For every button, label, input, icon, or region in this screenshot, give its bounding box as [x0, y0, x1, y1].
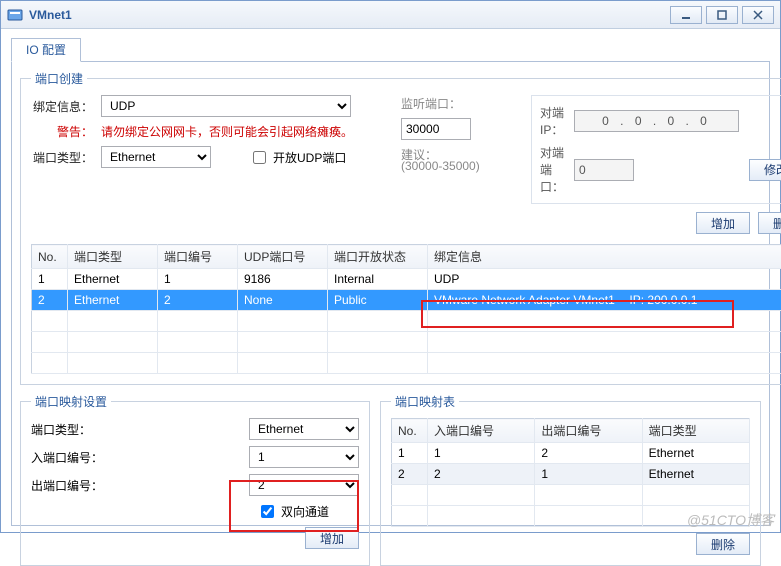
warn-text: 请勿绑定公网网卡，否则可能会引起网络瘫痪。	[101, 123, 353, 140]
titlebar: VMnet1	[1, 1, 780, 29]
tab-io-config[interactable]: IO 配置	[11, 38, 81, 62]
peer-ip-input[interactable]	[574, 110, 739, 132]
table-row: .	[32, 311, 781, 332]
port-type-select[interactable]: Ethernet	[101, 146, 211, 168]
window-buttons	[670, 6, 774, 24]
listen-port-input[interactable]	[401, 118, 471, 140]
open-udp-checkbox[interactable]: 开放UDP端口	[249, 148, 346, 167]
port-type-label: 端口类型：	[31, 149, 93, 166]
map-in-label: 入端口编号：	[31, 449, 121, 466]
bind-label: 绑定信息：	[31, 98, 93, 115]
delete-port-button[interactable]: 删除	[758, 212, 781, 234]
open-udp-label: 开放UDP端口	[273, 149, 346, 166]
table-row: .	[32, 332, 781, 353]
port-table[interactable]: No. 端口类型 端口编号 UDP端口号 端口开放状态 绑定信息 1Ethern…	[31, 244, 781, 374]
port-table-header: No. 端口类型 端口编号 UDP端口号 端口开放状态 绑定信息	[32, 245, 781, 269]
table-row: .	[392, 485, 750, 506]
map-delete-button[interactable]: 删除	[696, 533, 750, 555]
table-row: .	[32, 353, 781, 374]
peer-port-input[interactable]	[574, 159, 634, 181]
tab-page: 端口创建 绑定信息： UDP 警告： 请勿绑定公网网卡，否则可能会引起网络瘫痪。	[11, 61, 770, 526]
listen-port-label: 监听端口：	[401, 95, 461, 112]
table-row[interactable]: 2Ethernet2NonePublicVMware Network Adapt…	[32, 290, 781, 311]
map-table-header: No.入端口编号出端口编号端口类型	[392, 419, 750, 443]
map-type-label: 端口类型：	[31, 421, 121, 438]
map-type-select[interactable]: Ethernet	[249, 418, 359, 440]
warn-label: 警告：	[31, 123, 93, 140]
map-out-select[interactable]: 2	[249, 474, 359, 496]
bidir-input[interactable]	[261, 505, 274, 518]
legend-port-create: 端口创建	[31, 70, 87, 87]
legend-map-settings: 端口映射设置	[31, 393, 111, 410]
legend-map-table: 端口映射表	[391, 393, 459, 410]
tabstrip: IO 配置	[11, 37, 770, 61]
bidir-checkbox[interactable]: 双向通道	[257, 502, 329, 521]
bind-select[interactable]: UDP	[101, 95, 351, 117]
close-button[interactable]	[742, 6, 774, 24]
map-out-label: 出端口编号：	[31, 477, 121, 494]
minimize-button[interactable]	[670, 6, 702, 24]
table-row[interactable]: 221Ethernet	[392, 464, 750, 485]
group-map-settings: 端口映射设置 端口类型： Ethernet 入端口编号： 1 出端口编号：	[20, 393, 370, 566]
group-map-table: 端口映射表 No.入端口编号出端口编号端口类型 112Ethernet 221E…	[380, 393, 761, 566]
client-area: IO 配置 端口创建 绑定信息： UDP 警告： 请勿绑定公网网卡，否则可能会引	[1, 29, 780, 532]
map-in-select[interactable]: 1	[249, 446, 359, 468]
map-add-button[interactable]: 增加	[305, 527, 359, 549]
peer-ip-label: 对端IP：	[540, 104, 564, 138]
watermark: @51CTO博客	[687, 510, 774, 530]
maximize-button[interactable]	[706, 6, 738, 24]
suggest-range: (30000-35000)	[401, 159, 480, 173]
table-row[interactable]: 112Ethernet	[392, 443, 750, 464]
add-port-button[interactable]: 增加	[696, 212, 750, 234]
app-window: VMnet1 IO 配置 端口创建 绑定信息： UDP	[0, 0, 781, 533]
window-title: VMnet1	[29, 8, 670, 22]
group-port-create: 端口创建 绑定信息： UDP 警告： 请勿绑定公网网卡，否则可能会引起网络瘫痪。	[20, 70, 781, 385]
table-row[interactable]: 1Ethernet19186InternalUDP	[32, 269, 781, 290]
app-icon	[7, 7, 23, 23]
bidir-label: 双向通道	[281, 503, 329, 520]
open-udp-input[interactable]	[253, 151, 266, 164]
modify-button[interactable]: 修改	[749, 159, 781, 181]
peer-port-label: 对端端口：	[540, 144, 564, 195]
